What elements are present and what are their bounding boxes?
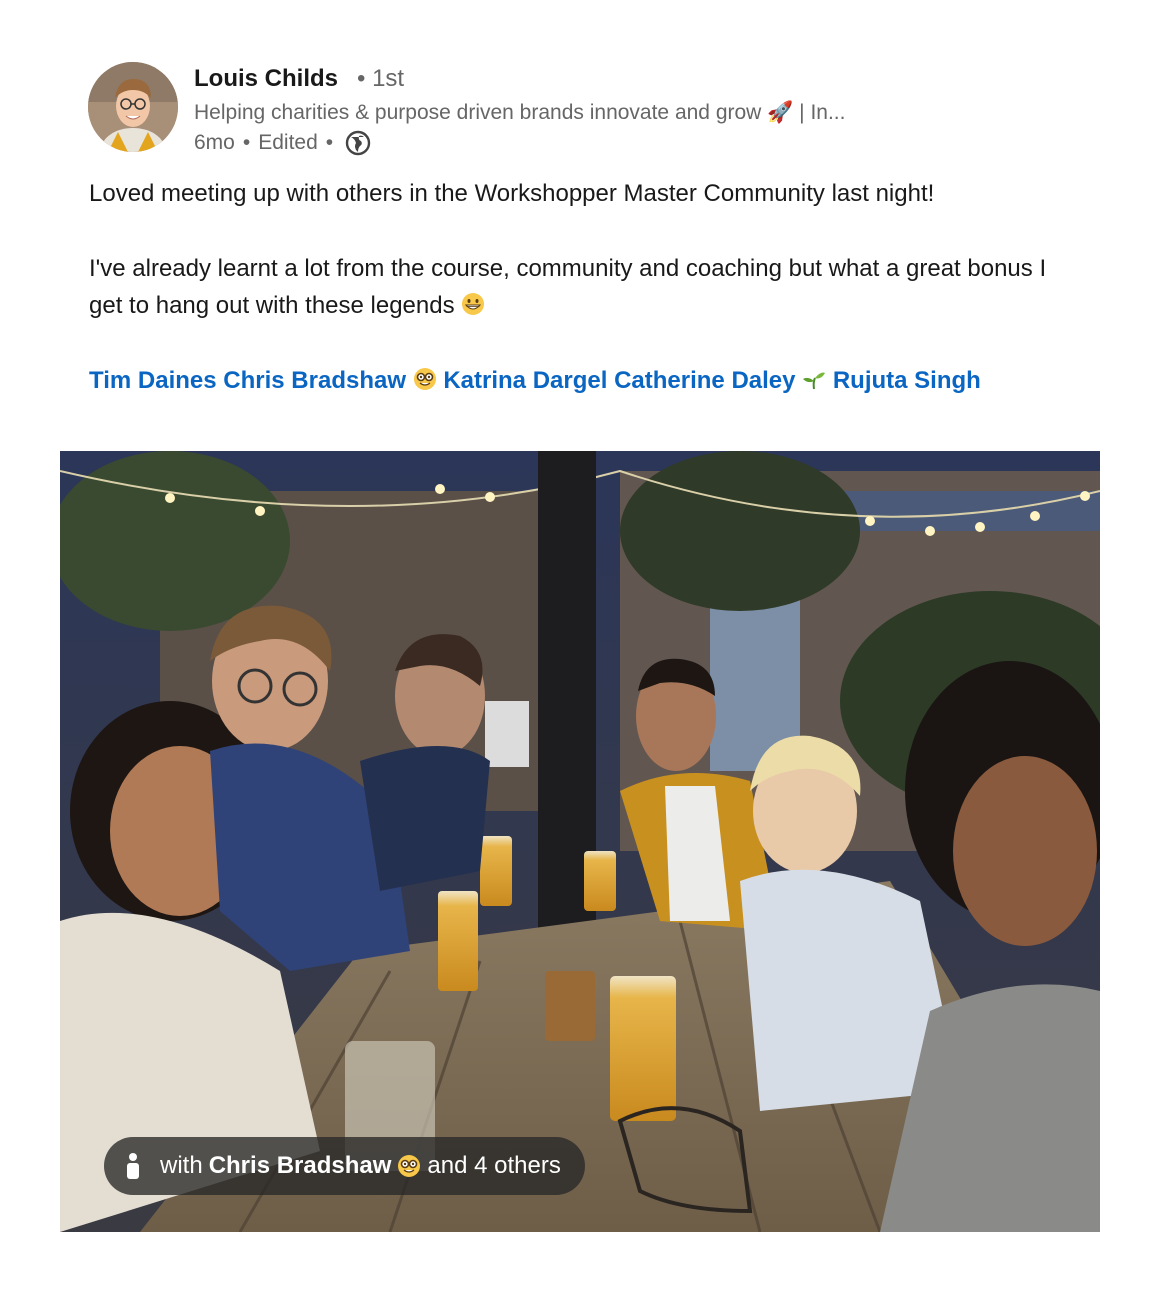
avatar-photo xyxy=(88,62,178,152)
seedling-emoji xyxy=(803,372,826,390)
post-meta: 6mo • Edited • xyxy=(194,130,371,156)
meta-separator: • xyxy=(242,131,251,154)
post-text-line-1: Loved meeting up with others in the Work… xyxy=(89,180,935,207)
person-icon xyxy=(127,1153,139,1179)
mention-chris-bradshaw[interactable]: Chris Bradshaw xyxy=(223,367,406,394)
post-photo[interactable] xyxy=(60,451,1100,1232)
mentions: Tim Daines Chris Bradshaw Katrina Dargel… xyxy=(89,362,1029,399)
nerd-face-emoji xyxy=(398,1155,421,1177)
post-age: 6mo xyxy=(194,131,235,154)
feed-post: Louis Childs • 1st Helping charities & p… xyxy=(0,0,1160,1292)
globe-icon[interactable] xyxy=(345,130,371,156)
connection-degree: • 1st xyxy=(357,65,405,92)
tag-name: Chris Bradshaw xyxy=(208,1152,392,1179)
group-selfie-image xyxy=(60,451,1100,1232)
edited-label: Edited xyxy=(258,131,318,154)
mention-tim-daines[interactable]: Tim Daines xyxy=(89,367,217,394)
grinning-face-emoji xyxy=(462,293,485,315)
author-avatar[interactable] xyxy=(88,62,178,152)
mention-katrina-dargel[interactable]: Katrina Dargel xyxy=(443,367,607,394)
tag-suffix: and 4 others xyxy=(427,1152,561,1179)
photo-tag-pill[interactable]: with Chris Bradshaw and 4 others xyxy=(104,1137,585,1195)
mention-rujuta-singh[interactable]: Rujuta Singh xyxy=(833,367,981,394)
author-headline: Helping charities & purpose driven brand… xyxy=(194,101,846,124)
tag-prefix: with xyxy=(160,1152,203,1179)
mention-catherine-daley[interactable]: Catherine Daley xyxy=(614,367,795,394)
author-name[interactable]: Louis Childs xyxy=(194,64,338,94)
post-text-paragraph-2: I've already learnt a lot from the cours… xyxy=(89,250,1079,324)
nerd-face-emoji xyxy=(413,368,436,390)
post-text-line-2: I've already learnt a lot from the cours… xyxy=(89,255,1047,319)
meta-separator: • xyxy=(325,131,334,154)
